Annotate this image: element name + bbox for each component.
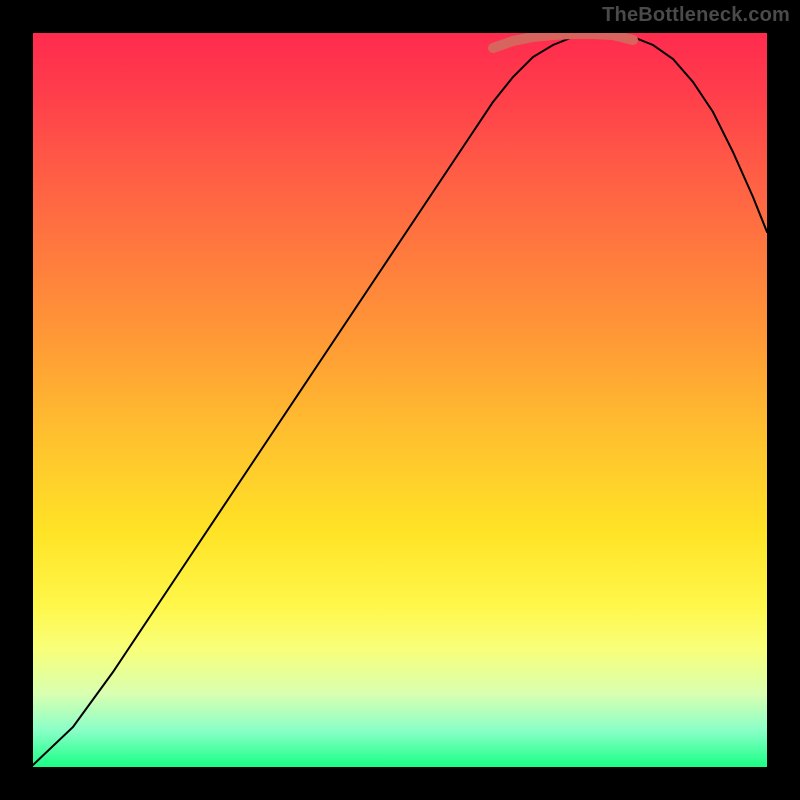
plot-area — [33, 33, 767, 767]
bottleneck-curve — [33, 35, 767, 765]
watermark-text: TheBottleneck.com — [602, 4, 790, 27]
chart-frame: TheBottleneck.com — [0, 0, 800, 800]
curve-svg — [33, 33, 767, 767]
